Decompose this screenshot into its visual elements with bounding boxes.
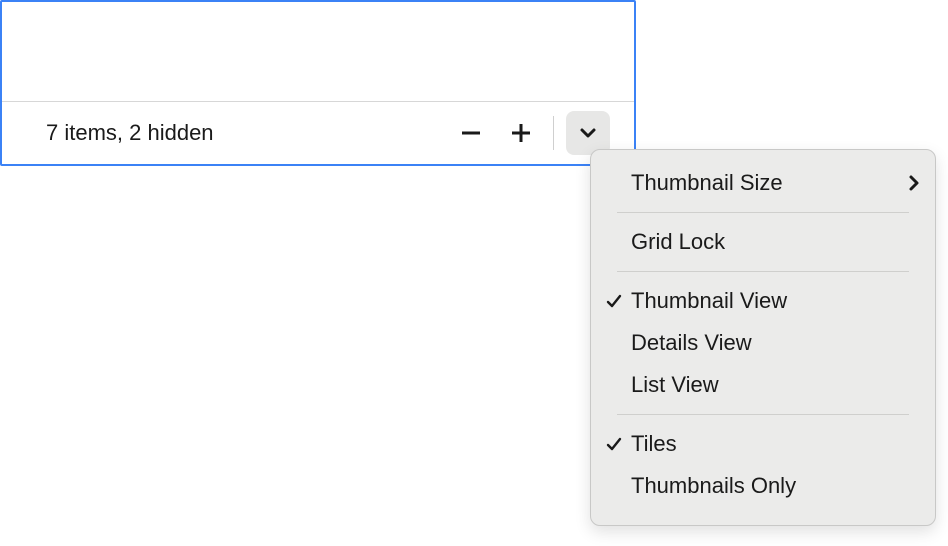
menu-item-label: List View [631,372,921,398]
menu-divider [617,271,909,272]
menu-item-tiles[interactable]: Tiles [591,423,935,465]
menu-item-thumbnail-view[interactable]: Thumbnail View [591,280,935,322]
menu-item-label: Details View [631,330,921,356]
menu-item-label: Thumbnail Size [631,170,907,196]
content-panel: 7 items, 2 hidden [0,0,636,166]
menu-divider [617,212,909,213]
zoom-in-button[interactable] [501,113,541,153]
status-controls [451,111,610,155]
menu-item-label: Tiles [631,431,921,457]
menu-item-list-view[interactable]: List View [591,364,935,406]
chevron-down-icon [579,124,597,142]
plus-icon [510,122,532,144]
menu-item-label: Thumbnail View [631,288,921,314]
checkmark-icon [605,292,631,310]
checkmark-icon [605,435,631,453]
menu-item-thumbnail-size[interactable]: Thumbnail Size [591,162,935,204]
status-text: 7 items, 2 hidden [46,120,214,146]
panel-body [2,2,634,101]
menu-divider [617,414,909,415]
menu-item-label: Thumbnails Only [631,473,921,499]
menu-item-thumbnails-only[interactable]: Thumbnails Only [591,465,935,507]
menu-item-grid-lock[interactable]: Grid Lock [591,221,935,263]
chevron-right-icon [907,174,921,192]
view-options-menu: Thumbnail Size Grid Lock Thumbnail View … [590,149,936,526]
menu-item-details-view[interactable]: Details View [591,322,935,364]
zoom-out-button[interactable] [451,113,491,153]
menu-item-label: Grid Lock [631,229,921,255]
divider [553,116,554,150]
minus-icon [460,122,482,144]
status-bar: 7 items, 2 hidden [2,101,634,164]
